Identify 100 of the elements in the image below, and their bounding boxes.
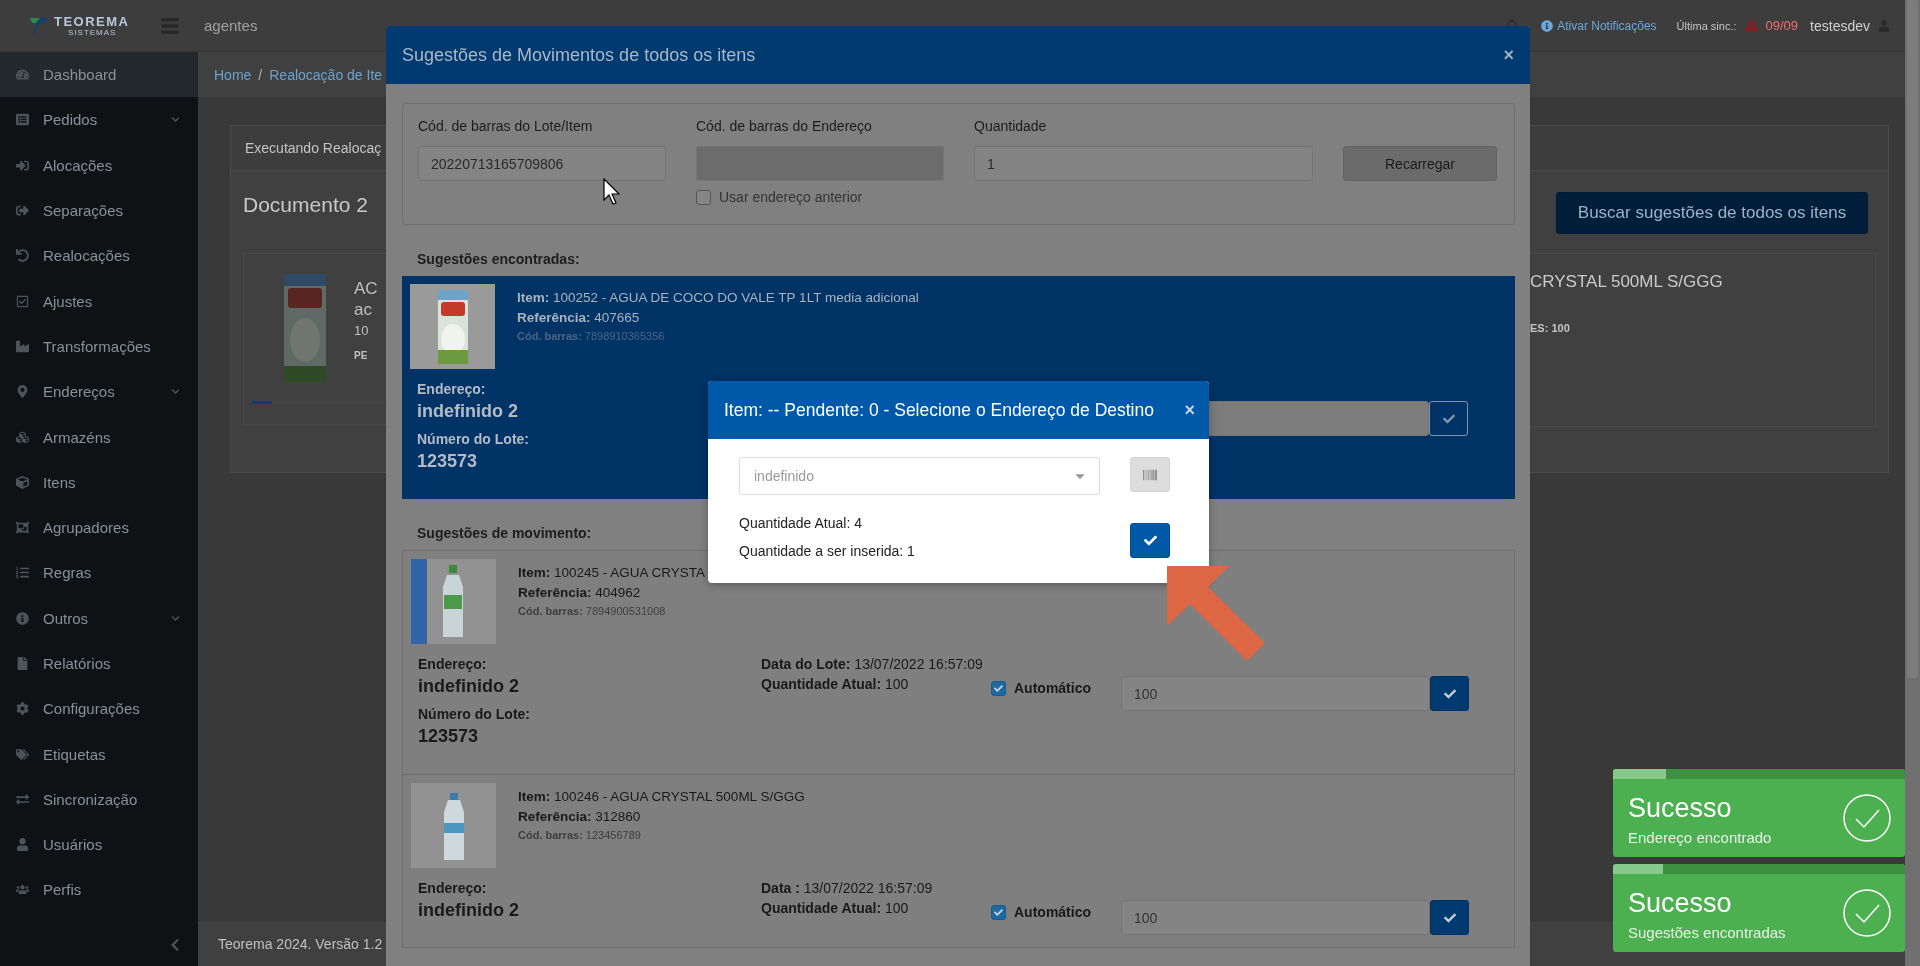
user-icon [16,838,29,852]
product-name: CRYSTAL 500ML S/GGG [1530,272,1724,292]
logo-text: TEOREMA [54,14,130,28]
quantity-field[interactable]: 100 [1121,676,1430,711]
address-value: indefinido 2 [418,675,519,698]
toast-message: Sugestões encontradas [1628,923,1786,941]
confirm-button[interactable] [1430,676,1469,711]
arrow-icon [1167,566,1265,661]
check-icon [994,683,1003,693]
barcode-button[interactable] [1130,457,1170,492]
sidebar-item[interactable]: Dashboard [0,52,198,98]
automatic-checkbox[interactable]: Automático [991,904,1121,920]
address-value: indefinido 2 [418,899,519,922]
sidebar-item[interactable]: Alocações [0,142,198,188]
reload-button[interactable]: Recarregar [1343,146,1497,181]
context-title: agentes [204,17,258,34]
search-suggestions-button[interactable]: Buscar sugestões de todos os itens [1556,192,1868,234]
gauge-icon [16,68,29,82]
lot-label: Número do Lote: [418,705,530,724]
sidebar-item[interactable]: Itens [0,459,198,505]
input-field[interactable]: 20220713165709806 [418,146,666,181]
sync-date: 09/09 [1765,18,1799,33]
sidebar-item[interactable]: Pedidos [0,97,198,143]
item-barcode: Cód. barras: 7898910365356 [517,329,666,344]
checkbox[interactable] [696,189,711,205]
item-reference: Referência: 312860 [518,808,642,826]
confirm-button[interactable] [1430,900,1469,935]
sidebar-item[interactable]: Separações [0,187,198,234]
item-reference: Referência: 407665 [517,309,641,327]
pointer-icon [603,178,621,206]
checkbox[interactable] [991,680,1006,696]
barcode-icon [1143,467,1157,482]
field-label: Cód. de barras do Lote/Item [418,118,594,136]
info-icon [16,611,29,625]
close-button[interactable]: × [1503,46,1514,64]
breadcrumb-link[interactable]: Home [214,66,252,83]
item-name: Item: 100246 - AGUA CRYSTAL 500ML S/GGG [518,788,805,806]
sidebar-item[interactable]: Perfis [0,867,198,913]
document-title: Documento 2 [242,192,369,218]
undo-icon [16,249,29,263]
map-pin-icon [16,385,29,399]
numbered-list-icon [16,566,29,580]
item-barcode: Cód. barras: 123456789 [518,828,642,843]
current-quantity: Quantidade Atual: 100 [761,899,909,918]
field-label: Cód. de barras do Endereço [696,118,873,136]
sidebar-item[interactable]: Armazéns [0,414,198,460]
sidebar-item[interactable]: Agrupadores [0,504,198,551]
sidebar-item[interactable]: Realocações [0,233,198,279]
sidebar-item[interactable]: Transformações [0,323,198,370]
logo-icon [30,17,48,34]
sidebar-item[interactable]: Usuários [0,822,198,868]
input-field[interactable]: 1 [974,146,1313,181]
sidebar-item[interactable]: Ajustes [0,278,198,324]
automatic-checkbox[interactable]: Automático [991,680,1121,696]
current-quantity: Quantidade Atual: 100 [761,675,909,694]
sidebar-item[interactable]: Endereços [0,369,198,415]
lot-date: Data : 13/07/2022 16:57:09 [761,879,933,898]
item-name: Item: 100252 - AGUA DE COCO DO VALE TP 1LT media adicional [517,289,919,307]
factory-icon [16,339,29,353]
lot-value: 123573 [418,725,479,748]
user-name[interactable]: testesdev [1810,17,1870,34]
sidebar-item[interactable]: Relatórios [0,640,198,687]
section-heading: Sugestões encontradas: [417,251,580,267]
sidebar-item[interactable]: Configurações [0,686,198,732]
check-circle-icon [1843,794,1891,842]
item-barcode: Cód. barras: 7894900531008 [518,604,667,619]
confirm-button[interactable] [1429,401,1468,436]
quantity-field[interactable]: 100 [1121,900,1430,935]
arrows-icon [16,792,29,806]
address-label: Endereço: [418,655,487,674]
product-meta: ES: 100 [1530,322,1571,334]
address-label: Endereço: [417,380,486,399]
chevron-icon [171,115,180,125]
checkbox[interactable] [991,904,1006,920]
lot-label: Número do Lote: [417,430,529,449]
check-icon [994,907,1003,917]
product-text: AC [354,278,378,300]
close-button[interactable]: × [1184,401,1195,419]
users-icon [16,883,29,897]
product-text: ac [354,300,373,320]
sidebar-item[interactable]: Regras [0,550,198,596]
sign-in-icon [16,158,29,172]
checkbox-icon [16,294,29,308]
toast-title: Sucesso [1628,791,1733,825]
notifications-link[interactable]: Ativar Notificações [1541,18,1657,33]
scrollbar[interactable] [1905,0,1920,966]
confirm-button[interactable] [1130,523,1170,558]
sidebar-item[interactable]: Outros [0,595,198,641]
section-heading: Sugestões de movimento: [417,525,592,541]
sidebar-item[interactable]: Etiquetas [0,731,198,777]
sidebar-item[interactable]: Sincronização [0,776,198,823]
logo-subtitle: SISTEMAS [67,28,118,37]
group-icon [16,521,29,535]
breadcrumb-link[interactable]: Realocação de Ite [269,66,383,83]
toast-message: Endereço encontrado [1628,828,1772,846]
address-label: Endereço: [418,879,487,898]
gear-icon [16,702,29,716]
field-label: Quantidade [974,118,1048,136]
tags-icon [16,747,29,761]
previous-address-checkbox[interactable]: Usar endereço anterior [696,189,944,205]
